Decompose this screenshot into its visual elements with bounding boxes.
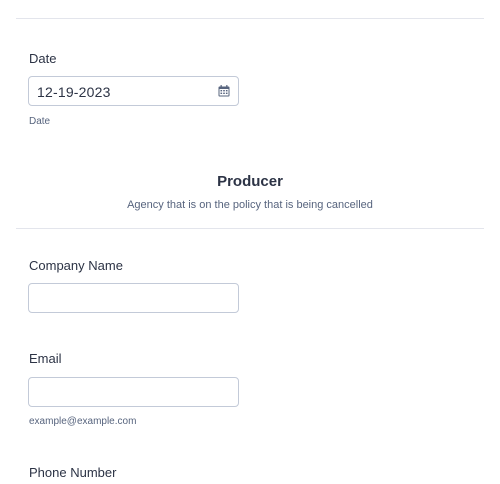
section-divider (16, 228, 484, 229)
section-title: Producer (217, 173, 283, 190)
company-name-input[interactable] (28, 283, 239, 313)
top-divider (16, 18, 484, 19)
company-name-label: Company Name (29, 258, 123, 273)
date-input[interactable] (28, 76, 239, 106)
email-input[interactable] (28, 377, 239, 407)
section-subtitle: Agency that is on the policy that is bei… (127, 199, 373, 211)
date-sublabel: Date (29, 116, 51, 127)
email-sublabel: example@example.com (29, 416, 137, 427)
email-label: Email (29, 351, 62, 366)
date-label: Date (29, 51, 57, 66)
calendar-icon[interactable] (218, 85, 230, 97)
phone-number-label: Phone Number (29, 465, 117, 480)
form-page: Date 12-19-2023 Date Producer Agency tha… (0, 0, 500, 484)
